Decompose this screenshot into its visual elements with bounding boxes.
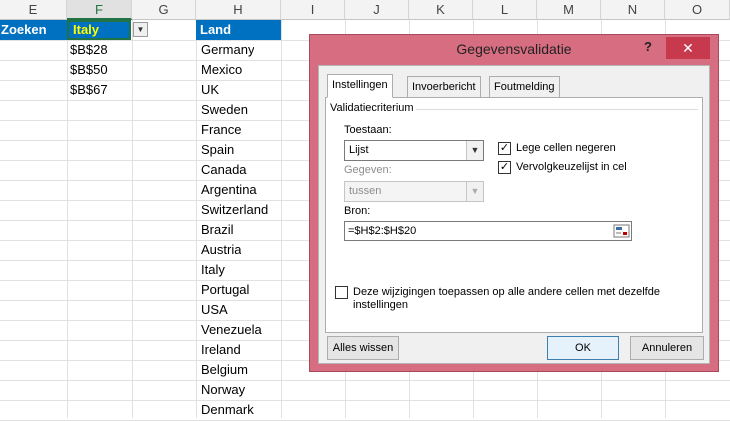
column-header-o[interactable]: O	[665, 0, 730, 20]
country-cell[interactable]: Italy	[201, 260, 225, 280]
group-divider	[416, 109, 698, 110]
cell-f4[interactable]: $B$67	[70, 80, 108, 100]
country-cell[interactable]: Denmark	[201, 400, 254, 420]
settings-panel: Validatiecriterium Toestaan: Lijst ▼ ✓ L…	[325, 97, 703, 333]
source-label: Bron:	[344, 205, 371, 217]
country-cell[interactable]: UK	[201, 80, 219, 100]
tab-invoerbericht[interactable]: Invoerbericht	[407, 76, 481, 97]
row-line	[0, 380, 730, 381]
column-line	[196, 20, 197, 418]
country-cell[interactable]: Brazil	[201, 220, 234, 240]
country-cell[interactable]: Ireland	[201, 340, 241, 360]
column-line	[132, 20, 133, 418]
column-header-h[interactable]: H	[196, 0, 281, 20]
column-header-n[interactable]: N	[601, 0, 665, 20]
in-cell-dropdown-label[interactable]: Vervolgkeuzelijst in cel	[516, 161, 627, 173]
ignore-blank-label[interactable]: Lege cellen negeren	[516, 142, 616, 154]
cell-dropdown-button[interactable]: ▼	[133, 22, 148, 37]
country-cell[interactable]: Belgium	[201, 360, 248, 380]
column-header-f[interactable]: F	[67, 0, 132, 20]
allow-label: Toestaan:	[344, 124, 392, 136]
data-select-value: tussen	[349, 185, 382, 197]
country-cell[interactable]: Venezuela	[201, 320, 262, 340]
ok-button[interactable]: OK	[547, 336, 619, 360]
data-label: Gegeven:	[344, 164, 392, 176]
country-cell[interactable]: Austria	[201, 240, 241, 260]
apply-all-label[interactable]: Deze wijzigingen toepassen op alle ander…	[353, 286, 693, 312]
cell-f3[interactable]: $B$50	[70, 60, 108, 80]
column-line	[67, 20, 68, 418]
country-cell[interactable]: Portugal	[201, 280, 249, 300]
country-cell[interactable]: Mexico	[201, 60, 242, 80]
selected-cell-border	[67, 20, 131, 40]
data-select[interactable]: tussen ▼	[344, 181, 484, 202]
column-line	[281, 20, 282, 418]
validation-criteria-label: Validatiecriterium	[330, 102, 414, 114]
country-cell[interactable]: USA	[201, 300, 228, 320]
tab-instellingen[interactable]: Instellingen	[327, 74, 393, 98]
row-line	[0, 400, 730, 401]
column-header-g[interactable]: G	[132, 0, 196, 20]
cell-f2[interactable]: $B$28	[70, 40, 108, 60]
country-cell[interactable]: Sweden	[201, 100, 248, 120]
source-value: =$H$2:$H$20	[348, 225, 417, 237]
close-button[interactable]: ✕	[666, 37, 710, 59]
cell-e1[interactable]: Zoeken	[0, 20, 67, 40]
country-cell[interactable]: Canada	[201, 160, 247, 180]
data-validation-dialog: Gegevensvalidatie ? ✕ Instellingen Invoe…	[309, 34, 719, 372]
country-cell[interactable]: Norway	[201, 380, 245, 400]
range-select-icon[interactable]	[613, 223, 630, 239]
column-header-e[interactable]: E	[0, 0, 67, 20]
allow-select[interactable]: Lijst ▼	[344, 140, 484, 161]
column-header-m[interactable]: M	[537, 0, 601, 20]
country-cell[interactable]: Spain	[201, 140, 234, 160]
column-header-j[interactable]: J	[345, 0, 409, 20]
column-header-k[interactable]: K	[409, 0, 473, 20]
tab-foutmelding[interactable]: Foutmelding	[489, 76, 560, 97]
country-cell[interactable]: Germany	[201, 40, 254, 60]
chevron-down-icon: ▼	[466, 182, 483, 201]
clear-all-button[interactable]: Alles wissen	[327, 336, 399, 360]
ignore-blank-checkbox[interactable]: ✓	[498, 142, 511, 155]
country-cell[interactable]: Argentina	[201, 180, 257, 200]
column-header-l[interactable]: L	[473, 0, 537, 20]
country-cell[interactable]: France	[201, 120, 241, 140]
apply-all-checkbox[interactable]	[335, 286, 348, 299]
allow-select-value: Lijst	[349, 144, 369, 156]
source-input[interactable]: =$H$2:$H$20	[344, 221, 632, 241]
help-button[interactable]: ?	[644, 39, 652, 54]
in-cell-dropdown-checkbox[interactable]: ✓	[498, 161, 511, 174]
cancel-button[interactable]: Annuleren	[630, 336, 704, 360]
column-header-i[interactable]: I	[281, 0, 345, 20]
chevron-down-icon: ▼	[466, 141, 483, 160]
cell-h1[interactable]: Land	[196, 20, 281, 40]
country-cell[interactable]: Switzerland	[201, 200, 268, 220]
dialog-body: Instellingen Invoerbericht Foutmelding V…	[318, 65, 710, 364]
dialog-title: Gegevensvalidatie	[456, 41, 572, 57]
